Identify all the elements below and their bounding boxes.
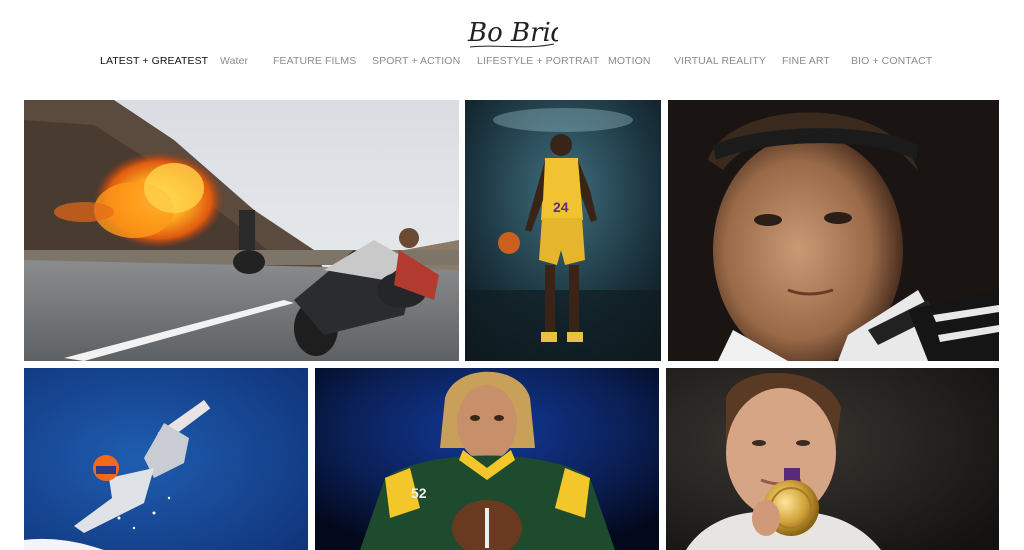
headband-portrait-photo	[668, 100, 999, 361]
nav-virtual-reality[interactable]: VIRTUAL REALITY	[674, 55, 766, 67]
nav-bio-contact[interactable]: BIO + CONTACT	[851, 55, 932, 67]
gold-medal-portrait-photo	[666, 368, 999, 550]
nav-motion[interactable]: MOTION	[608, 55, 651, 67]
jersey-number-text: 24	[553, 199, 569, 215]
bo-bridges-logo[interactable]: Bo Bridges	[466, 14, 558, 54]
nav-latest-greatest[interactable]: LATEST + GREATEST	[100, 55, 208, 67]
football-player-photo: 52	[315, 368, 659, 550]
nav-lifestyle-portrait[interactable]: LIFESTYLE + PORTRAIT	[477, 55, 599, 67]
gallery-tile-motorcycle-explosion[interactable]	[24, 100, 459, 361]
logo-signature-text: Bo Bridges	[467, 18, 558, 48]
snowboarder-photo	[24, 368, 308, 550]
gallery-tile-basketball-player[interactable]: 24	[465, 100, 661, 361]
nav-fine-art[interactable]: FINE ART	[782, 55, 830, 67]
gallery-tile-football-player[interactable]: 52	[315, 368, 659, 550]
football-number-text: 52	[411, 485, 427, 501]
nav-water[interactable]: Water	[220, 55, 248, 67]
gallery-tile-gold-medal-portrait[interactable]	[666, 368, 999, 550]
gallery-tile-snowboarder[interactable]	[24, 368, 308, 550]
basketball-player-photo: 24	[465, 100, 661, 361]
gallery-tile-headband-portrait[interactable]	[668, 100, 999, 361]
nav-sport-action[interactable]: SPORT + ACTION	[372, 55, 460, 67]
nav-feature-films[interactable]: FEATURE FILMS	[273, 55, 356, 67]
motorcycle-explosion-photo	[24, 100, 459, 361]
main-navigation: LATEST + GREATEST Water FEATURE FILMS SP…	[0, 55, 1024, 69]
